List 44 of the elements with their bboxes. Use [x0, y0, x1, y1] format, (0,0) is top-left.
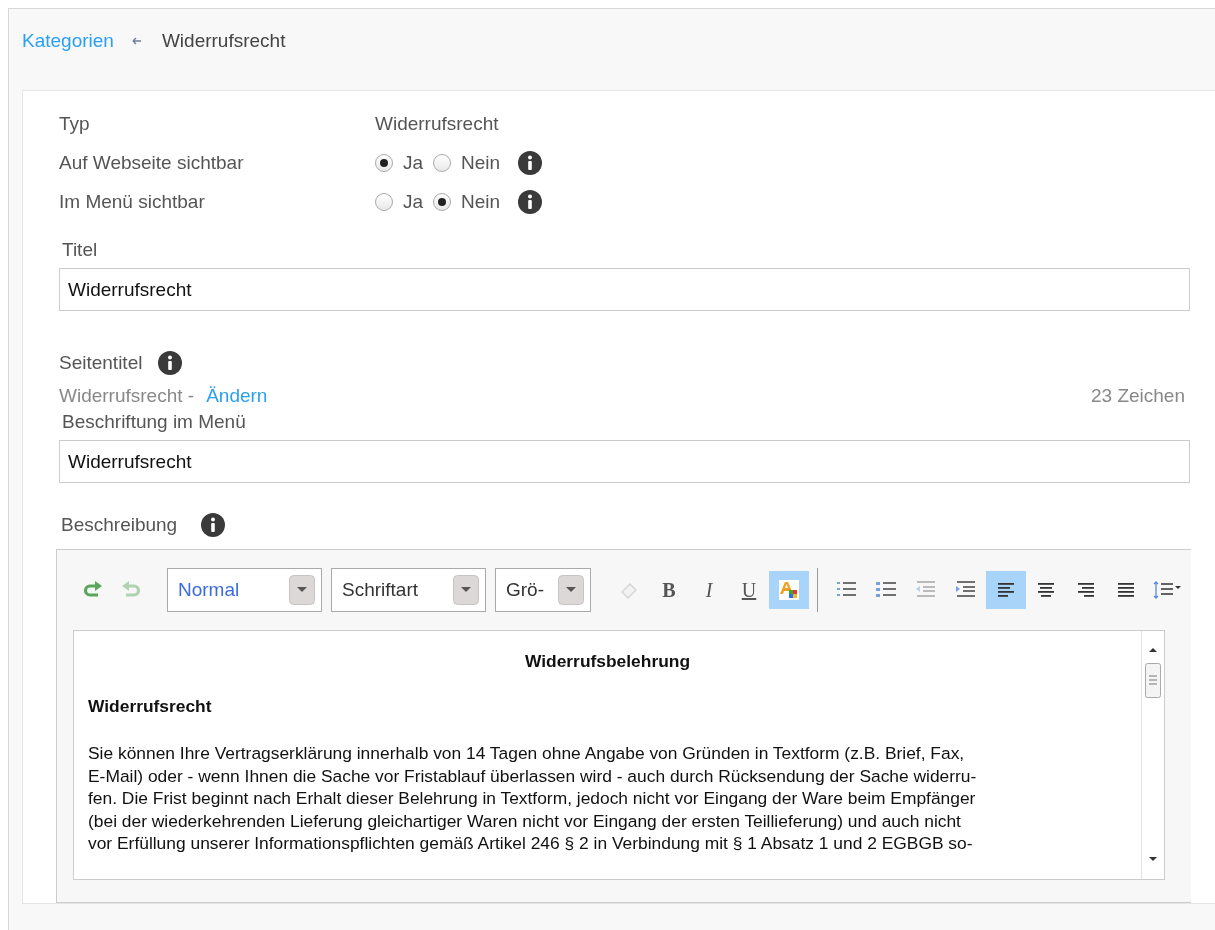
- bold-button[interactable]: B: [649, 571, 689, 609]
- field-label: Typ: [59, 113, 91, 135]
- undo-arrow-icon[interactable]: [82, 580, 104, 600]
- field-label: Beschriftung im Menü: [62, 411, 247, 433]
- field-value: Widerrufsrecht: [375, 113, 499, 135]
- paragraph: Sie können Ihre Vertragserklärung innerhalb von 14 Tagen ohne Angabe von Gründen in Textform (z.B. Brief, Fax, E-Mail) oder - wenn Ihnen die Sache vor Fristablauf überlassen wird - auch durch Rücksendung der Sache widerru- fen. Die Frist beginnt nach Erhalt dieser Belehrung in Textform, jedoch nicht vor Eingang der Ware beim Empfänger (bei der wiederkehrenden Lieferung gleichartiger Waren nicht vor Eingang der ersten Teillieferung) und auch nicht vor Erfüllung unserer Informationspflichten gemäß Artikel 246 § 2 in Verbindung mit § 1 Absatz 1 und 2 EGBGB so-: [88, 742, 978, 855]
- outdent-icon: [915, 580, 937, 600]
- dropdown[interactable]: Normal: [167, 568, 322, 612]
- font-color-icon: [777, 578, 801, 602]
- align-left-icon: [996, 581, 1016, 599]
- radio-option[interactable]: Nein: [433, 190, 501, 213]
- info-icon[interactable]: [201, 513, 226, 537]
- field-label: Auf Webseite sichtbar: [59, 151, 245, 174]
- field-label: Im Menü sichtbar: [59, 190, 206, 213]
- document-heading: Widerrufsbelehrung: [523, 651, 692, 672]
- align-right-icon: [1076, 581, 1096, 599]
- arrow-left-icon: [131, 37, 142, 45]
- underline-button[interactable]: U: [729, 571, 769, 609]
- info-icon[interactable]: [518, 150, 543, 175]
- align-center-icon: [1036, 581, 1056, 599]
- breadcrumb-current: Widerrufsrecht: [161, 30, 286, 52]
- dropdown[interactable]: Schriftart: [331, 568, 486, 612]
- radio-option[interactable]: Nein: [433, 151, 501, 174]
- font-color-button[interactable]: [769, 571, 809, 609]
- bullet-list-icon: [875, 580, 897, 600]
- info-icon[interactable]: [158, 351, 183, 375]
- line-height-icon: [1153, 580, 1183, 600]
- italic-button[interactable]: I: [689, 571, 729, 609]
- page-title-preview: Widerrufsrecht -: [59, 385, 195, 407]
- indent-icon: [955, 580, 977, 600]
- section-heading: Widerrufsrecht: [88, 696, 213, 717]
- radio-option[interactable]: Ja: [375, 151, 424, 174]
- dropdown[interactable]: Grö-: [495, 568, 591, 612]
- input-field[interactable]: Widerrufsrecht: [59, 440, 1190, 483]
- align-left-button[interactable]: [986, 571, 1026, 609]
- input-field[interactable]: Widerrufsrecht: [59, 268, 1190, 311]
- field-label: Seitentitel: [59, 352, 143, 374]
- radio-option[interactable]: Ja: [375, 190, 424, 213]
- justify-icon: [1116, 581, 1136, 599]
- character-count: 23 Zeichen: [1091, 385, 1186, 407]
- field-label: Beschreibung: [61, 514, 178, 536]
- scrollbar[interactable]: [1141, 631, 1164, 879]
- field-label: Titel: [62, 239, 99, 261]
- info-icon[interactable]: [518, 189, 543, 214]
